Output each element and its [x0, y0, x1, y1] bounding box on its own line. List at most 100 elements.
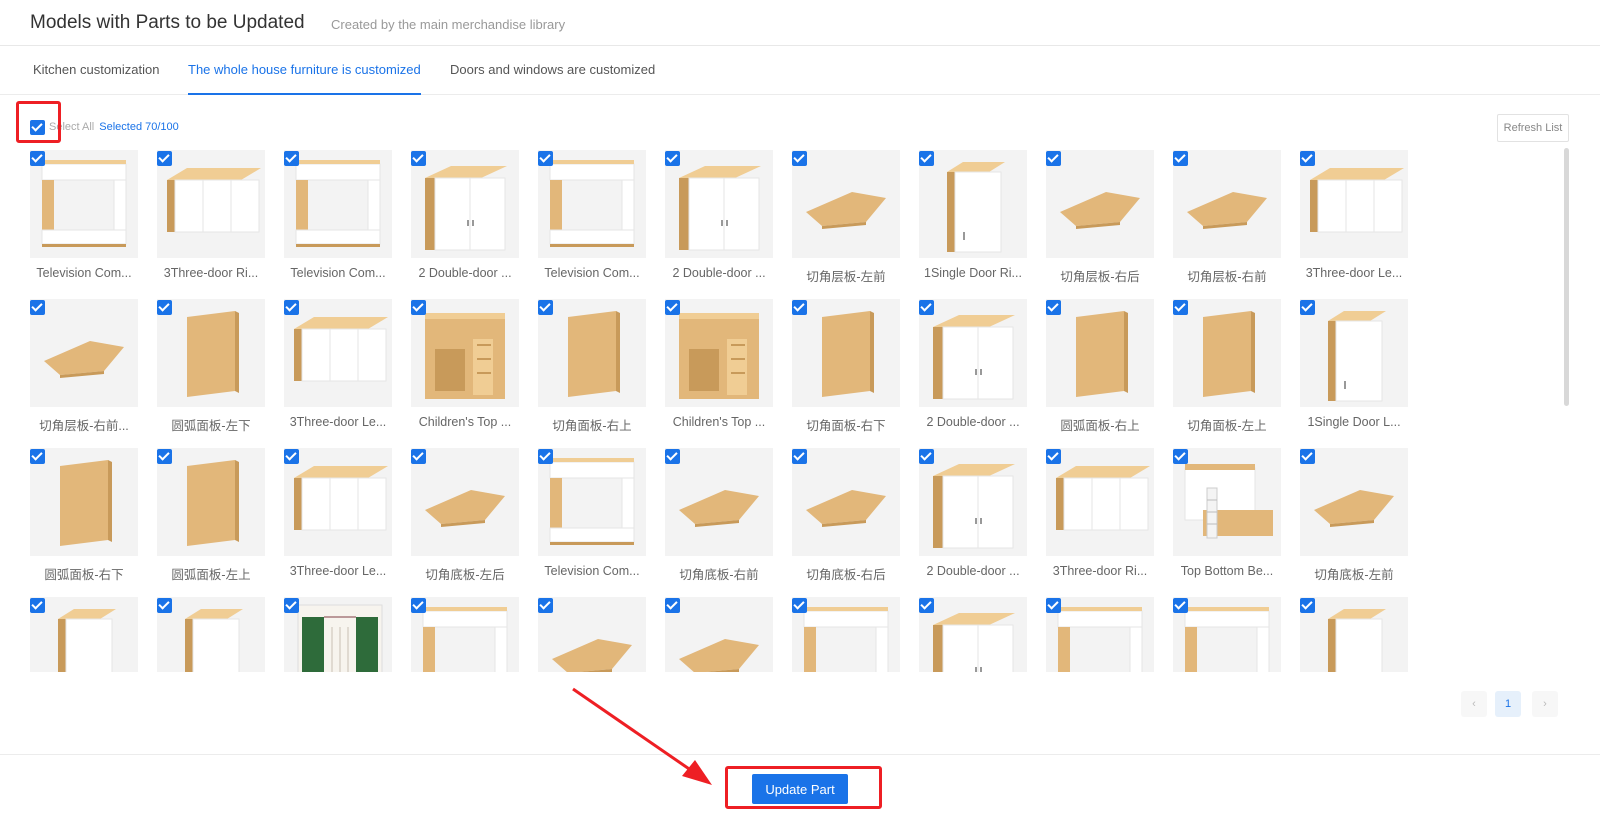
model-card-checkbox[interactable] [30, 449, 45, 464]
model-card[interactable]: Top Bottom Be... [1173, 446, 1281, 586]
model-card-checkbox[interactable] [538, 300, 553, 315]
model-card[interactable] [411, 595, 519, 672]
model-card[interactable]: 2 Double-door ... [919, 446, 1027, 586]
loft-bed-icon [411, 299, 519, 407]
model-card[interactable] [1173, 595, 1281, 672]
pagination-next-button[interactable]: › [1532, 691, 1558, 717]
model-card-checkbox[interactable] [919, 598, 934, 613]
model-card-checkbox[interactable] [1300, 449, 1315, 464]
model-card[interactable]: 切角面板-左上 [1173, 297, 1281, 437]
model-card-checkbox[interactable] [30, 151, 45, 166]
model-card-checkbox[interactable] [665, 449, 680, 464]
model-card[interactable]: 3Three-door Ri... [1046, 446, 1154, 586]
model-card[interactable]: 3Three-door Le... [284, 297, 392, 437]
model-card-checkbox[interactable] [284, 151, 299, 166]
model-card-checkbox[interactable] [1046, 300, 1061, 315]
model-card[interactable]: 切角面板-右上 [538, 297, 646, 437]
corner-shelf-board-icon [1300, 448, 1408, 556]
model-card-checkbox[interactable] [157, 151, 172, 166]
model-card-checkbox[interactable] [1300, 151, 1315, 166]
model-card[interactable]: 3Three-door Ri... [157, 148, 265, 288]
model-card[interactable]: Children's Top ... [665, 297, 773, 437]
model-card-checkbox[interactable] [1046, 598, 1061, 613]
model-card[interactable]: 切角层板-右前... [30, 297, 138, 437]
model-card[interactable] [538, 595, 646, 672]
model-card-checkbox[interactable] [792, 151, 807, 166]
tab-doors-and-windows[interactable]: Doors and windows are customized [450, 56, 655, 95]
model-card[interactable] [30, 595, 138, 672]
model-card-checkbox[interactable] [792, 300, 807, 315]
model-card-checkbox[interactable] [1173, 151, 1188, 166]
model-card-checkbox[interactable] [792, 449, 807, 464]
model-card-checkbox[interactable] [284, 598, 299, 613]
model-card-checkbox[interactable] [919, 449, 934, 464]
model-card-checkbox[interactable] [1173, 598, 1188, 613]
refresh-list-button[interactable]: Refresh List [1497, 114, 1569, 142]
model-card[interactable]: 切角层板-左前 [792, 148, 900, 288]
model-card[interactable]: 切角层板-右后 [1046, 148, 1154, 288]
model-card-checkbox[interactable] [411, 598, 426, 613]
model-card-checkbox[interactable] [1046, 151, 1061, 166]
model-card-checkbox[interactable] [411, 151, 426, 166]
model-card[interactable] [284, 595, 392, 672]
model-card-checkbox[interactable] [919, 151, 934, 166]
model-card-name: Children's Top ... [672, 415, 766, 429]
model-card[interactable]: Television Com... [538, 446, 646, 586]
grid-scrollbar[interactable] [1564, 148, 1569, 406]
model-card-checkbox[interactable] [157, 449, 172, 464]
model-card[interactable] [919, 595, 1027, 672]
model-card-checkbox[interactable] [30, 300, 45, 315]
model-card[interactable]: 3Three-door Le... [1300, 148, 1408, 288]
model-card[interactable]: 切角底板-左前 [1300, 446, 1408, 586]
model-card-checkbox[interactable] [30, 598, 45, 613]
model-card[interactable]: 切角底板-右前 [665, 446, 773, 586]
model-card-checkbox[interactable] [284, 300, 299, 315]
pagination-page-current[interactable]: 1 [1495, 691, 1521, 717]
model-card[interactable]: 3Three-door Le... [284, 446, 392, 586]
model-card-checkbox[interactable] [411, 300, 426, 315]
model-card[interactable]: 圆弧面板-右下 [30, 446, 138, 586]
pagination-prev-button[interactable]: ‹ [1461, 691, 1487, 717]
model-card[interactable]: 1Single Door L... [1300, 297, 1408, 437]
model-card[interactable]: 切角底板-右后 [792, 446, 900, 586]
model-card-checkbox[interactable] [538, 449, 553, 464]
model-card[interactable]: 圆弧面板-左下 [157, 297, 265, 437]
model-card[interactable]: 1Single Door Ri... [919, 148, 1027, 288]
model-card[interactable]: 切角底板-左后 [411, 446, 519, 586]
model-card-checkbox[interactable] [1300, 598, 1315, 613]
model-card[interactable]: Television Com... [284, 148, 392, 288]
model-card-checkbox[interactable] [1173, 300, 1188, 315]
model-card[interactable] [665, 595, 773, 672]
model-card-checkbox[interactable] [665, 598, 680, 613]
model-card-checkbox[interactable] [284, 449, 299, 464]
model-card[interactable]: 2 Double-door ... [665, 148, 773, 288]
model-card[interactable]: Television Com... [538, 148, 646, 288]
model-card-checkbox[interactable] [538, 598, 553, 613]
model-card-checkbox[interactable] [538, 151, 553, 166]
model-card[interactable]: 圆弧面板-左上 [157, 446, 265, 586]
model-card[interactable]: 圆弧面板-右上 [1046, 297, 1154, 437]
model-card[interactable] [157, 595, 265, 672]
model-card[interactable]: 2 Double-door ... [411, 148, 519, 288]
model-card-checkbox[interactable] [1300, 300, 1315, 315]
model-card[interactable] [1300, 595, 1408, 672]
model-card[interactable]: 切角层板-右前 [1173, 148, 1281, 288]
model-card-checkbox[interactable] [665, 151, 680, 166]
model-card-checkbox[interactable] [1173, 449, 1188, 464]
model-card-checkbox[interactable] [665, 300, 680, 315]
model-card[interactable]: Children's Top ... [411, 297, 519, 437]
model-card[interactable] [1046, 595, 1154, 672]
model-card-checkbox[interactable] [157, 300, 172, 315]
model-card[interactable]: 切角面板-右下 [792, 297, 900, 437]
tab-kitchen-customization[interactable]: Kitchen customization [33, 56, 159, 95]
model-card[interactable] [792, 595, 900, 672]
model-card-checkbox[interactable] [411, 449, 426, 464]
model-card-checkbox[interactable] [919, 300, 934, 315]
tab-whole-house-furniture[interactable]: The whole house furniture is customized [188, 56, 421, 95]
model-card-checkbox[interactable] [1046, 449, 1061, 464]
model-card[interactable]: 2 Double-door ... [919, 297, 1027, 437]
model-card-checkbox[interactable] [157, 598, 172, 613]
model-card[interactable]: Television Com... [30, 148, 138, 288]
model-card-name: 2 Double-door ... [926, 564, 1020, 578]
model-card-checkbox[interactable] [792, 598, 807, 613]
